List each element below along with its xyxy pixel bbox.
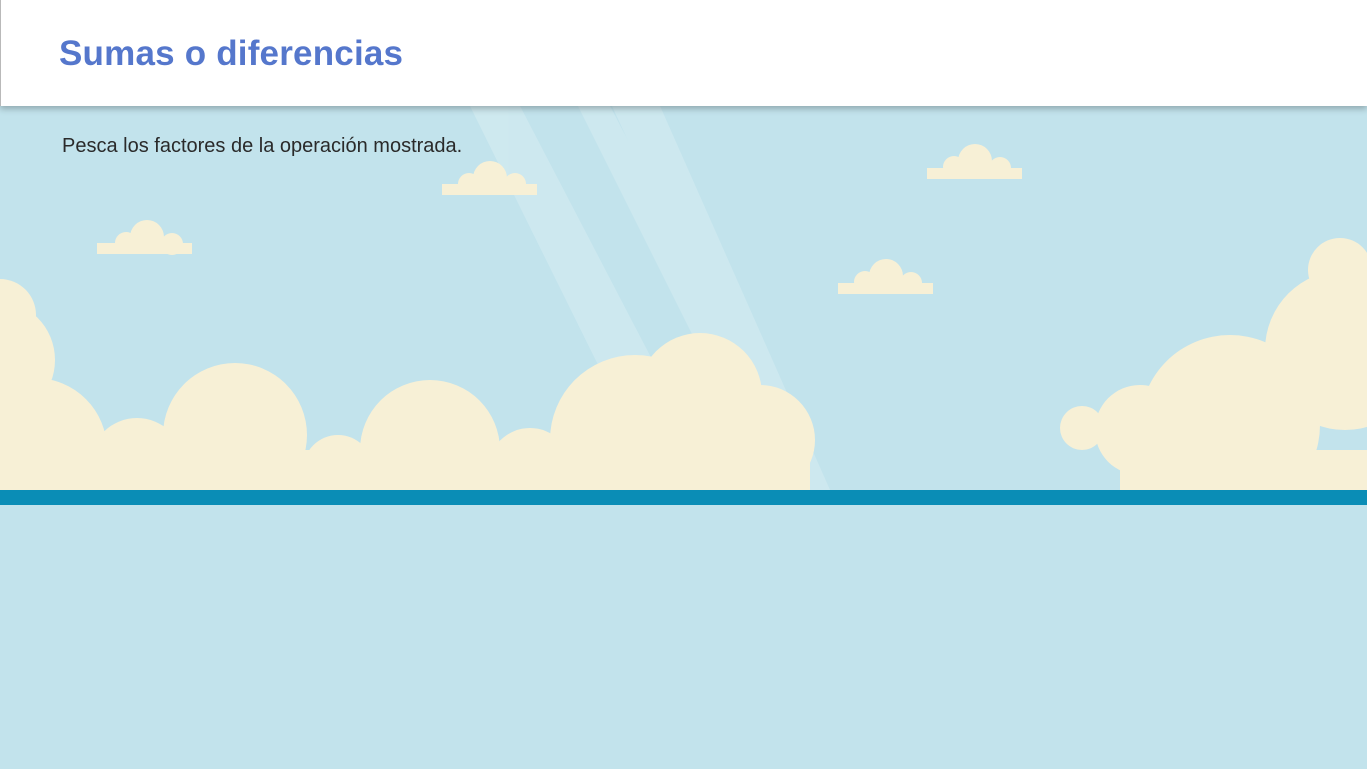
game-stage[interactable]: Sumas o diferencias Pesca los factores d… — [0, 0, 1367, 769]
header-edge — [0, 0, 1, 106]
small-cloud-4 — [838, 259, 933, 294]
cloud-bank-right — [1060, 238, 1367, 515]
water-area[interactable] — [0, 505, 1367, 769]
instructions-text: Pesca los factores de la operación mostr… — [62, 135, 463, 157]
water-surface-line — [0, 490, 1367, 505]
small-cloud-3 — [927, 144, 1022, 179]
header-bar: Sumas o diferencias — [0, 0, 1367, 106]
page-title: Sumas o diferencias — [59, 34, 404, 73]
small-cloud-1 — [97, 220, 192, 255]
